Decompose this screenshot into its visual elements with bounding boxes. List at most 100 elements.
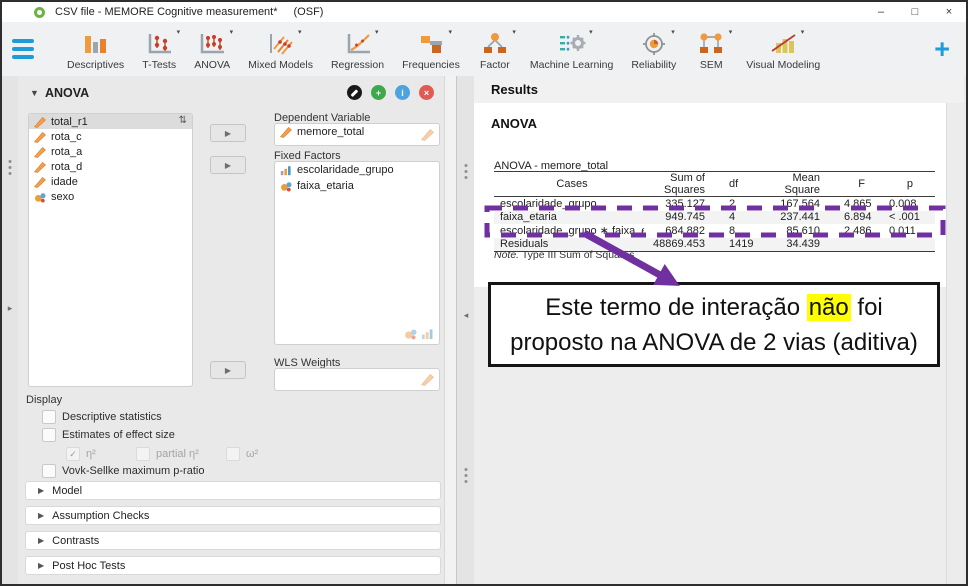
column-header: F — [844, 172, 889, 197]
dropdown-caret-icon: ▾ — [671, 29, 675, 36]
wls-weights-box[interactable] — [274, 368, 440, 391]
variable-name: memore_total — [297, 126, 364, 138]
maximize-button[interactable]: □ — [898, 2, 932, 22]
window-title: CSV file - MEMORE Cognitive measurement* — [55, 6, 278, 18]
section-post-hoc-tests[interactable]: ▶ Post Hoc Tests — [25, 556, 441, 575]
module-label: Mixed Models — [248, 59, 313, 71]
section-collapsed-icon: ▶ — [38, 536, 44, 545]
help-button[interactable]: i — [395, 85, 410, 100]
regression-icon: ▾ — [341, 31, 375, 58]
scale-icon — [34, 131, 46, 143]
option-partial-eta-squared: partial η² — [136, 447, 199, 461]
option-descriptive-statistics[interactable]: Descriptive statistics — [42, 410, 162, 424]
assign-dependent-button[interactable]: ▶ — [210, 124, 246, 142]
assign-fixed-factor-button[interactable]: ▶ — [210, 156, 246, 174]
results-panel: Results ANOVA ANOVA - memore_total Cases… — [474, 76, 964, 584]
checkbox-disabled — [136, 447, 150, 461]
value-cell: 8 — [729, 224, 759, 238]
annotation-line-1: Este termo de interação não foi — [545, 290, 883, 325]
variable-item[interactable]: rota_c — [29, 129, 192, 144]
results-splitter[interactable]: ◂ — [456, 76, 476, 584]
data-panel-splitter[interactable]: ▸ — [2, 76, 19, 584]
remove-analysis-button[interactable]: × — [419, 85, 434, 100]
duplicate-analysis-button[interactable]: + — [371, 85, 386, 100]
module-label: Reliability — [631, 59, 676, 71]
nominal-icon — [280, 180, 292, 192]
variable-item[interactable]: sexo — [29, 189, 192, 204]
splitter-grip-icon[interactable] — [465, 468, 468, 483]
module-t-tests[interactable]: ▾ T-Tests — [133, 28, 185, 71]
variable-name: faixa_etaria — [297, 180, 354, 192]
anova-icon: ▾ — [195, 31, 229, 58]
title-bar: CSV file - MEMORE Cognitive measurement*… — [2, 2, 966, 22]
module-visual-modeling[interactable]: ▾ Visual Modeling — [737, 28, 829, 71]
section-contrasts[interactable]: ▶ Contrasts — [25, 531, 441, 550]
splitter-grip-icon[interactable] — [9, 160, 12, 175]
module-machine-learning[interactable]: ▾ Machine Learning — [521, 28, 622, 71]
dropdown-caret-icon: ▾ — [375, 29, 379, 36]
display-label: Display — [26, 394, 62, 406]
value-cell: 4.865 — [844, 197, 889, 211]
splitter-grip-icon[interactable] — [465, 164, 468, 179]
collapse-analysis-icon[interactable]: ▼ — [30, 88, 39, 98]
dropdown-caret-icon: ▾ — [448, 29, 452, 36]
column-header: Mean Square — [759, 172, 844, 197]
dropdown-caret-icon: ▾ — [729, 29, 733, 36]
option-omega-squared: ω² — [226, 447, 258, 461]
dependent-variable-box[interactable]: memore_total — [274, 123, 440, 146]
section-assumption-checks[interactable]: ▶ Assumption Checks — [25, 506, 441, 525]
assigned-variable[interactable]: memore_total — [275, 124, 439, 140]
ribbon-toolbar: Descriptives ▾ T-Tests ▾ ANOVA — [2, 22, 966, 77]
assigned-variable[interactable]: escolaridade_grupo — [275, 162, 439, 178]
expand-data-panel-icon[interactable]: ▸ — [8, 304, 13, 313]
note-prefix: Note. — [494, 249, 519, 261]
annotation-highlight: não — [807, 294, 851, 321]
close-button[interactable]: × — [932, 2, 966, 22]
variable-item[interactable]: rota_d — [29, 159, 192, 174]
frequencies-icon: ▾ — [414, 31, 448, 58]
checkbox[interactable] — [42, 464, 56, 478]
results-scrollbar[interactable] — [946, 103, 965, 584]
sort-variables-icon[interactable]: ⇅ — [179, 115, 187, 126]
minimize-button[interactable]: – — [864, 2, 898, 22]
variable-item[interactable]: rota_a — [29, 144, 192, 159]
module-anova[interactable]: ▾ ANOVA — [185, 28, 239, 71]
section-model[interactable]: ▶ Model — [25, 481, 441, 500]
case-cell: escolaridade_grupo — [494, 197, 644, 211]
assigned-variable[interactable]: faixa_etaria — [275, 178, 439, 194]
variable-name: sexo — [51, 191, 74, 203]
scale-icon — [280, 126, 292, 138]
module-mixed-models[interactable]: ▾ Mixed Models — [239, 28, 322, 71]
option-estimates-of-effect-size[interactable]: Estimates of effect size — [42, 428, 175, 442]
value-cell: 0.011 — [889, 224, 935, 238]
value-cell: 1419 — [729, 238, 759, 252]
allowed-scale-icon — [421, 373, 434, 386]
edit-title-button[interactable] — [347, 85, 362, 100]
collapse-results-icon[interactable]: ◂ — [464, 311, 469, 320]
module-factor[interactable]: ▾ Factor — [469, 28, 521, 71]
section-collapsed-icon: ▶ — [38, 561, 44, 570]
results-header: Results — [474, 76, 964, 104]
add-module-button[interactable]: + — [934, 36, 950, 63]
module-sem[interactable]: ▾ SEM — [685, 28, 737, 71]
option-vovk-sellke[interactable]: Vovk-Sellke maximum p-ratio — [42, 464, 204, 478]
checkbox[interactable] — [42, 410, 56, 424]
window-title-suffix: (OSF) — [294, 6, 324, 18]
annotation-text: foi — [851, 294, 883, 321]
fixed-factors-box[interactable]: escolaridade_grupo faixa_etaria — [274, 161, 440, 345]
module-descriptives[interactable]: Descriptives — [58, 28, 133, 71]
module-regression[interactable]: ▾ Regression — [322, 28, 393, 71]
option-label: Estimates of effect size — [62, 429, 175, 441]
checkbox[interactable] — [42, 428, 56, 442]
hamburger-menu-icon[interactable] — [12, 39, 34, 59]
variable-name: total_r1 — [51, 116, 88, 128]
variable-item[interactable]: idade — [29, 174, 192, 189]
option-label: ω² — [246, 448, 258, 460]
column-header: p — [889, 172, 935, 197]
option-label: Descriptive statistics — [62, 411, 162, 423]
module-reliability[interactable]: ▾ Reliability — [622, 28, 685, 71]
assign-wls-button[interactable]: ▶ — [210, 361, 246, 379]
variable-item[interactable]: total_r1 ⇅ — [29, 114, 192, 129]
module-frequencies[interactable]: ▾ Frequencies — [393, 28, 469, 71]
section-label: Assumption Checks — [52, 510, 149, 522]
